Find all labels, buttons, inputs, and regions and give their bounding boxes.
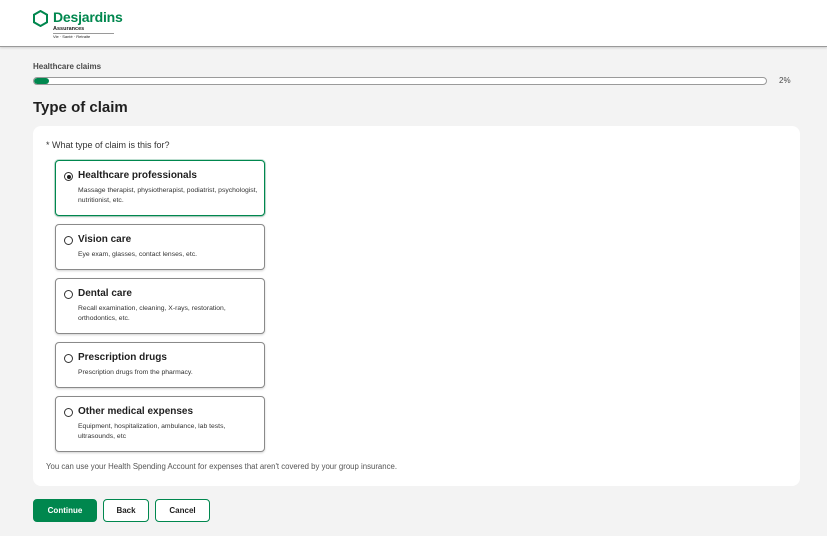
progress-fill <box>34 78 49 84</box>
claim-type-question: * What type of claim is this for? <box>46 140 170 150</box>
radio-button[interactable] <box>64 172 73 181</box>
brand-name: Desjardins <box>53 9 123 25</box>
brand-tagline: Vie · Santé · Retraite <box>53 34 91 39</box>
radio-button[interactable] <box>64 236 73 245</box>
claim-type-card: * What type of claim is this for? Health… <box>33 126 800 486</box>
option-dental-care[interactable]: Dental care Recall examination, cleaning… <box>55 278 265 334</box>
option-title: Dental care <box>78 288 132 299</box>
cancel-button[interactable]: Cancel <box>155 499 210 522</box>
desjardins-hexagon-icon <box>33 10 48 27</box>
page-title: Type of claim <box>33 99 128 116</box>
option-title: Vision care <box>78 234 132 245</box>
progress-bar <box>33 77 767 85</box>
option-prescription-drugs[interactable]: Prescription drugs Prescription drugs fr… <box>55 342 265 388</box>
continue-button[interactable]: Continue <box>33 499 97 522</box>
option-description: Massage therapist, physiotherapist, podi… <box>78 187 258 204</box>
brand-sub: Assurances <box>53 26 85 32</box>
progress-label: Healthcare claims <box>33 62 102 71</box>
option-title: Healthcare professionals <box>78 170 197 181</box>
option-description: Recall examination, cleaning, X-rays, re… <box>78 305 226 322</box>
desjardins-logo[interactable]: Desjardins Assurances Vie · Santé · Retr… <box>33 9 123 41</box>
option-title: Other medical expenses <box>78 406 194 417</box>
top-header: Desjardins Assurances Vie · Santé · Retr… <box>0 0 827 47</box>
radio-button[interactable] <box>64 290 73 299</box>
option-healthcare-professionals[interactable]: Healthcare professionals Massage therapi… <box>55 160 265 216</box>
back-button[interactable]: Back <box>103 499 149 522</box>
hsa-footnote: You can use your Health Spending Account… <box>46 462 397 471</box>
option-description: Equipment, hospitalization, ambulance, l… <box>78 423 226 440</box>
option-description: Eye exam, glasses, contact lenses, etc. <box>78 251 198 258</box>
radio-button[interactable] <box>64 354 73 363</box>
progress-percent: 2% <box>779 76 791 85</box>
option-description: Prescription drugs from the pharmacy. <box>78 369 193 376</box>
option-title: Prescription drugs <box>78 352 167 363</box>
radio-button[interactable] <box>64 408 73 417</box>
option-other-medical-expenses[interactable]: Other medical expenses Equipment, hospit… <box>55 396 265 452</box>
option-vision-care[interactable]: Vision care Eye exam, glasses, contact l… <box>55 224 265 270</box>
